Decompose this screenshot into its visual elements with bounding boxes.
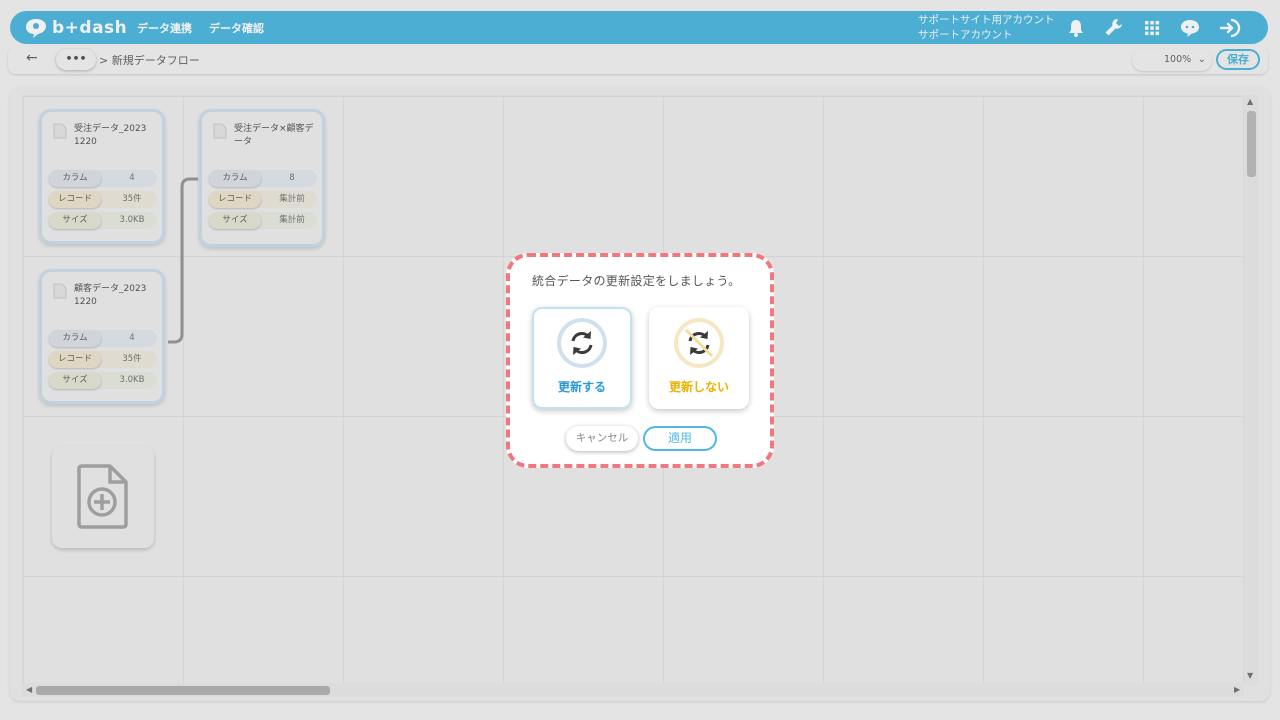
refresh-off-icon <box>674 318 724 368</box>
option-no-update[interactable]: 更新しない <box>649 307 749 409</box>
apply-button[interactable]: 適用 <box>643 426 717 451</box>
dialog-title: 統合データの更新設定をしましょう。 <box>532 274 741 288</box>
update-settings-dialog: 統合データの更新設定をしましょう。 更新する 更新しない キャンセル 適用 <box>506 253 774 468</box>
cancel-button[interactable]: キャンセル <box>566 426 638 451</box>
option-update-label: 更新する <box>557 380 606 394</box>
refresh-icon <box>557 318 607 368</box>
option-update[interactable]: 更新する <box>532 307 632 409</box>
option-no-update-label: 更新しない <box>668 380 729 394</box>
